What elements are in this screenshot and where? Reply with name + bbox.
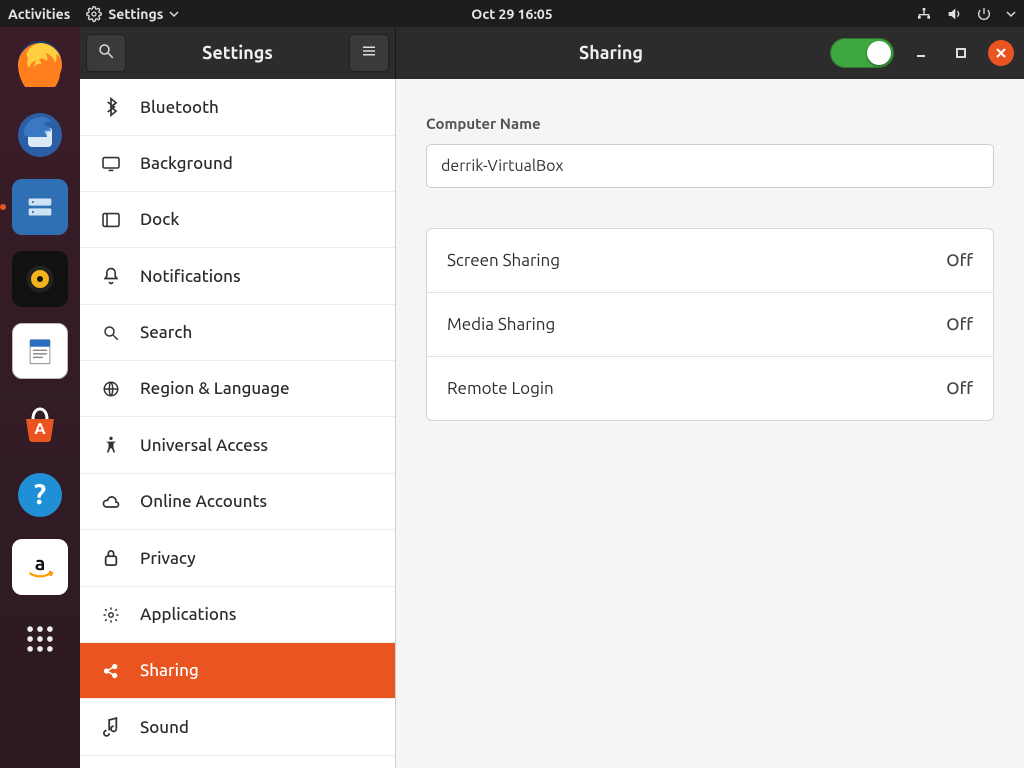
row-state: Off <box>946 251 973 270</box>
row-label: Screen Sharing <box>447 251 560 270</box>
svg-text:a: a <box>35 552 46 574</box>
launcher-amazon[interactable]: a <box>12 539 68 595</box>
clock[interactable]: Oct 29 16:05 <box>471 6 552 22</box>
panel-title: Sharing <box>406 43 816 63</box>
sidebar-search-button[interactable] <box>86 34 126 72</box>
settings-window: Settings Sharing <box>80 27 1024 768</box>
activities-label: Activities <box>8 6 70 22</box>
headerbar: Settings Sharing <box>80 27 1024 79</box>
menu-icon <box>360 42 378 64</box>
launcher-help[interactable]: ? <box>12 467 68 523</box>
sidebar-item-sharing[interactable]: Sharing <box>80 643 395 699</box>
sidebar-item-label: Notifications <box>140 267 241 286</box>
clock-label: Oct 29 16:05 <box>471 6 552 22</box>
window-maximize-button[interactable] <box>948 40 974 66</box>
sidebar-item-sound[interactable]: Sound <box>80 699 395 756</box>
row-state: Off <box>946 379 973 398</box>
sidebar-item-label: Dock <box>140 210 179 229</box>
sharing-panel: Computer Name Screen Sharing Off Media S… <box>396 79 1024 768</box>
app-menu[interactable]: Settings <box>86 6 179 22</box>
sidebar-item-universal[interactable]: Universal Access <box>80 417 395 474</box>
toggle-knob-icon <box>867 41 891 65</box>
launcher-rhythmbox[interactable] <box>12 251 68 307</box>
search-icon <box>100 324 122 342</box>
sidebar-item-label: Search <box>140 323 192 342</box>
launcher-writer[interactable] <box>12 323 68 379</box>
sidebar-item-label: Region & Language <box>140 379 290 398</box>
workspace: A ? a Settings <box>0 27 1024 768</box>
sidebar-item-label: Background <box>140 154 233 173</box>
activities-button[interactable]: Activities <box>8 6 70 22</box>
power-icon[interactable] <box>976 6 992 22</box>
launcher-software[interactable]: A <box>12 395 68 451</box>
row-remote-login[interactable]: Remote Login Off <box>427 357 993 420</box>
headerbar-right: Sharing <box>396 27 1024 79</box>
row-state: Off <box>946 315 973 334</box>
sidebar-item-label: Universal Access <box>140 436 268 455</box>
svg-text:A: A <box>34 420 46 438</box>
running-indicator-icon <box>0 204 6 210</box>
launcher-files[interactable] <box>12 179 68 235</box>
sidebar-item-label: Applications <box>140 605 236 624</box>
gear-icon <box>86 6 102 22</box>
launcher-thunderbird[interactable] <box>12 107 68 163</box>
window-body: Bluetooth Background Dock Notifications … <box>80 79 1024 768</box>
row-screen-sharing[interactable]: Screen Sharing Off <box>427 229 993 293</box>
sharing-master-toggle[interactable] <box>830 38 894 68</box>
computer-name-input[interactable] <box>426 144 994 188</box>
lock-icon <box>100 548 122 568</box>
display-icon <box>100 156 122 172</box>
hamburger-button[interactable] <box>349 34 389 72</box>
row-label: Remote Login <box>447 379 554 398</box>
music-icon <box>100 717 122 737</box>
dock-icon <box>100 212 122 228</box>
share-icon <box>100 662 122 680</box>
sidebar-item-dock[interactable]: Dock <box>80 192 395 248</box>
cloud-icon <box>100 495 122 509</box>
sidebar-item-notifications[interactable]: Notifications <box>80 248 395 305</box>
sharing-options-card: Screen Sharing Off Media Sharing Off Rem… <box>426 228 994 421</box>
sidebar-title: Settings <box>132 43 343 63</box>
globe-icon <box>100 380 122 398</box>
sidebar-item-bluetooth[interactable]: Bluetooth <box>80 79 395 136</box>
bell-icon <box>100 266 122 286</box>
launcher-firefox[interactable] <box>12 35 68 91</box>
svg-text:?: ? <box>34 479 46 510</box>
sidebar-item-region[interactable]: Region & Language <box>80 361 395 417</box>
chevron-down-icon[interactable] <box>1006 9 1016 19</box>
sidebar-item-search[interactable]: Search <box>80 305 395 361</box>
row-media-sharing[interactable]: Media Sharing Off <box>427 293 993 357</box>
search-icon <box>97 42 115 64</box>
bluetooth-icon <box>100 97 122 117</box>
window-close-button[interactable] <box>988 40 1014 66</box>
sidebar-item-background[interactable]: Background <box>80 136 395 192</box>
headerbar-left: Settings <box>80 27 396 79</box>
launcher-apps-grid[interactable] <box>12 611 68 667</box>
volume-icon[interactable] <box>946 6 962 22</box>
sidebar-item-label: Bluetooth <box>140 98 219 117</box>
settings-sidebar[interactable]: Bluetooth Background Dock Notifications … <box>80 79 396 768</box>
launcher: A ? a <box>0 27 80 768</box>
gear-icon <box>100 606 122 624</box>
sidebar-item-label: Privacy <box>140 549 196 568</box>
sidebar-item-label: Sharing <box>140 661 199 680</box>
row-label: Media Sharing <box>447 315 555 334</box>
sidebar-item-label: Online Accounts <box>140 492 267 511</box>
network-icon[interactable] <box>916 6 932 22</box>
computer-name-label: Computer Name <box>426 115 994 132</box>
sidebar-item-applications[interactable]: Applications <box>80 587 395 643</box>
sidebar-item-label: Sound <box>140 718 189 737</box>
sidebar-item-online[interactable]: Online Accounts <box>80 474 395 530</box>
window-minimize-button[interactable] <box>908 40 934 66</box>
sidebar-item-privacy[interactable]: Privacy <box>80 530 395 587</box>
gnome-topbar: Activities Settings Oct 29 16:05 <box>0 0 1024 27</box>
chevron-down-icon <box>169 9 179 19</box>
app-menu-label: Settings <box>108 6 163 22</box>
accessibility-icon <box>100 435 122 455</box>
